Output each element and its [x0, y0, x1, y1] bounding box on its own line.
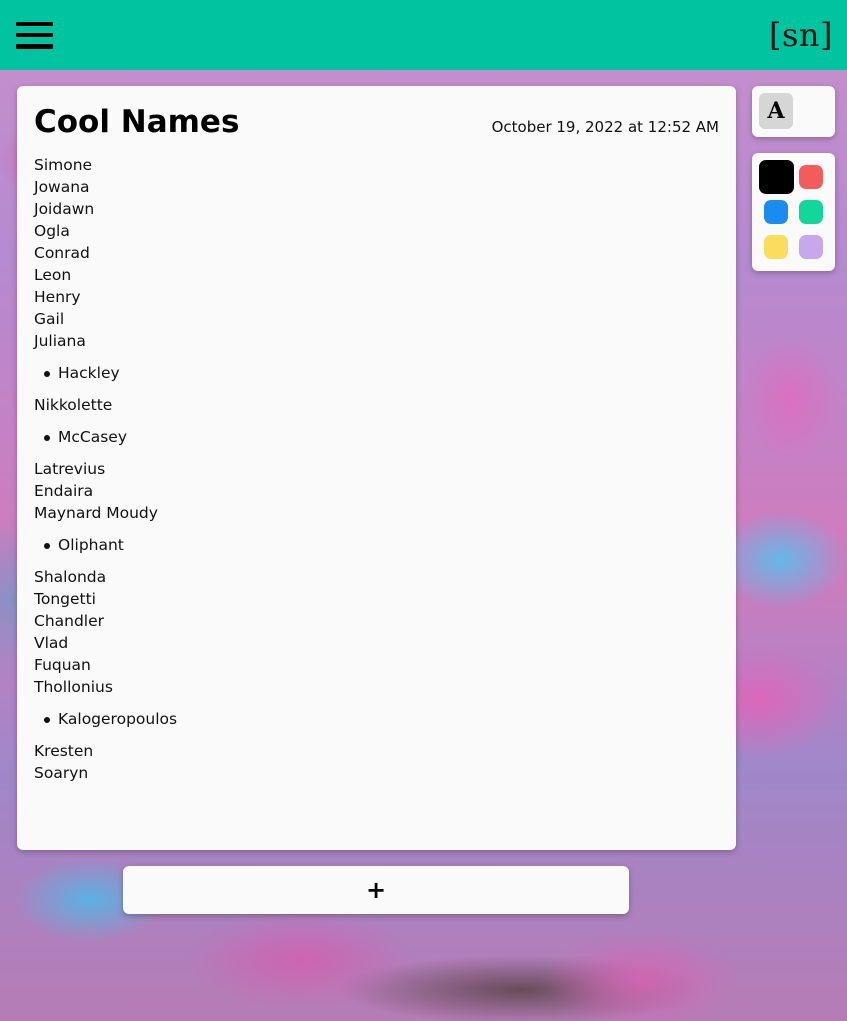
note-line: Simone — [34, 156, 93, 174]
bullet-item: Oliphant — [34, 534, 719, 556]
bullet-item: McCasey — [34, 426, 719, 448]
swatch-purple[interactable] — [799, 235, 823, 259]
note-line: Thollonius — [34, 678, 113, 696]
note-line: Maynard Moudy — [34, 504, 158, 522]
note-line: Conrad — [34, 244, 90, 262]
note-line: Fuquan — [34, 656, 91, 674]
note-line: Gail — [34, 310, 65, 328]
app-logo[interactable]: [sn] — [769, 16, 833, 54]
bullet-list: Oliphant — [34, 534, 719, 556]
note-card: Cool Names October 19, 2022 at 12:52 AM … — [17, 86, 736, 850]
bullet-list: Kalogeropoulos — [34, 708, 719, 730]
font-panel: A — [752, 86, 835, 137]
note-line: Kresten — [34, 742, 94, 760]
swatch-black[interactable] — [759, 160, 794, 194]
note-line: Juliana — [34, 332, 86, 350]
menu-bar-line — [16, 21, 53, 26]
bullet-list: McCasey — [34, 426, 719, 448]
hamburger-menu-icon[interactable] — [16, 21, 53, 49]
note-line: Chandler — [34, 612, 105, 630]
swatch-red[interactable] — [799, 165, 823, 189]
note-header: Cool Names October 19, 2022 at 12:52 AM — [34, 104, 719, 140]
swatch-blue[interactable] — [764, 200, 788, 224]
font-style-button[interactable]: A — [759, 93, 793, 129]
menu-bar-line — [16, 44, 53, 49]
note-line: Leon — [34, 266, 72, 284]
note-body[interactable]: Simone Jowana Joidawn Ogla Conrad Leon H… — [34, 154, 719, 784]
note-line: Latrevius — [34, 460, 106, 478]
color-panel — [752, 153, 835, 271]
swatch-yellow[interactable] — [764, 235, 788, 259]
note-line: Endaira — [34, 482, 94, 500]
swatch-green[interactable] — [799, 200, 823, 224]
bullet-item: Kalogeropoulos — [34, 708, 719, 730]
menu-bar-line — [16, 32, 53, 38]
note-line: Joidawn — [34, 200, 95, 218]
note-title[interactable]: Cool Names — [34, 104, 239, 140]
note-line: Nikkolette — [34, 396, 113, 414]
bullet-item: Hackley — [34, 362, 719, 384]
note-line: Shalonda — [34, 568, 107, 586]
note-line: Tongetti — [34, 590, 96, 608]
note-line: Soaryn — [34, 764, 89, 782]
note-line: Vlad — [34, 634, 69, 652]
bullet-list: Hackley — [34, 362, 719, 384]
top-bar: [sn] — [0, 0, 847, 70]
note-line: Ogla — [34, 222, 70, 240]
note-date: October 19, 2022 at 12:52 AM — [491, 118, 719, 136]
note-line: Jowana — [34, 178, 90, 196]
note-line: Henry — [34, 288, 81, 306]
add-note-button[interactable]: + — [123, 866, 629, 914]
